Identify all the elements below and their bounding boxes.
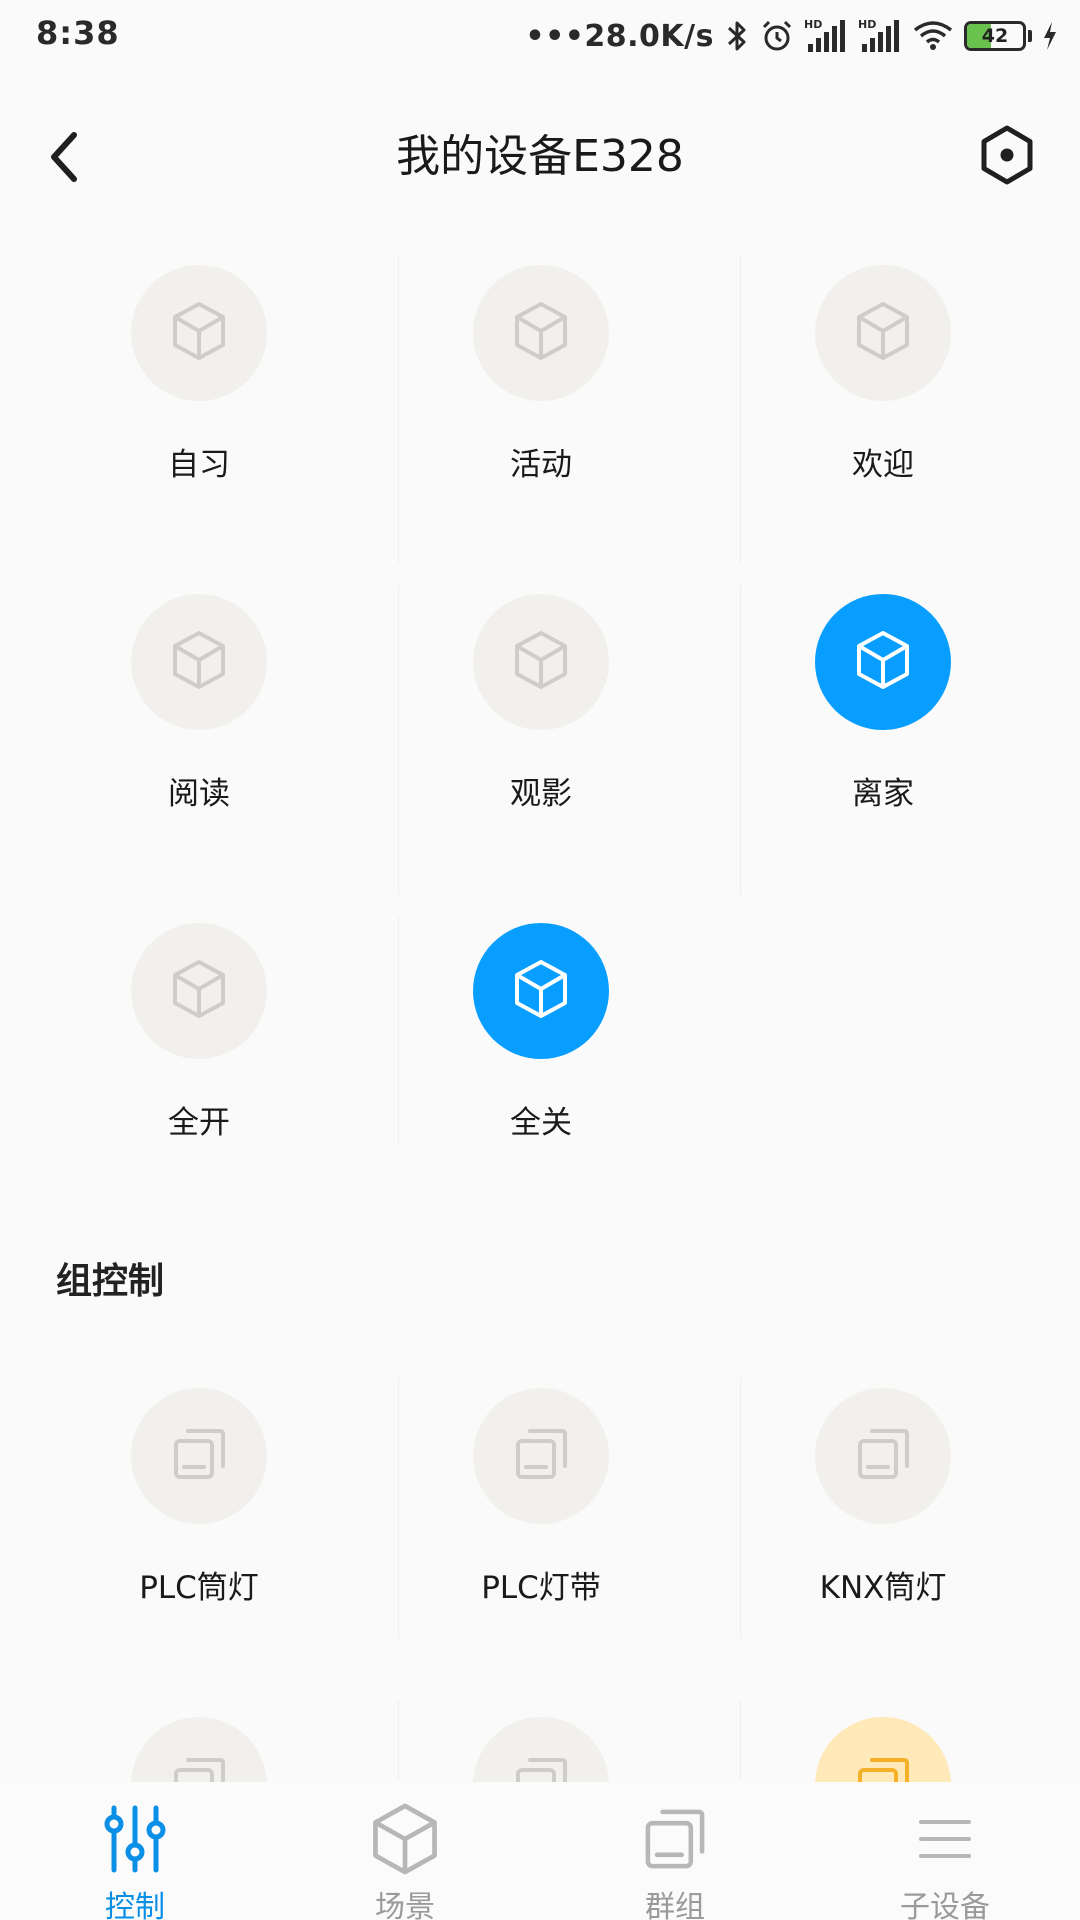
wifi-icon [912, 19, 954, 53]
menu-lines-icon [810, 1794, 1080, 1884]
scene-item[interactable]: 全开 [28, 923, 370, 1142]
scene-label: 观影 [510, 776, 572, 812]
nav-item[interactable]: 子设备 [810, 1782, 1080, 1920]
scene-item[interactable]: 全关 [370, 923, 712, 1142]
net-speed: •••28.0K/s [525, 18, 714, 54]
scene-circle [815, 594, 951, 730]
scene-label: 欢迎 [852, 447, 914, 483]
grid-divider [740, 1378, 741, 1638]
nav-label: 场景 [375, 1890, 435, 1920]
signal-hd-icon: HD [858, 18, 902, 54]
group-label: PLC筒灯 [139, 1570, 259, 1606]
svg-text:HD: HD [858, 18, 876, 31]
scene-item[interactable]: 活动 [370, 265, 712, 484]
group-section-title: 组控制 [56, 1261, 165, 1302]
group-label: PLC灯带 [481, 1570, 601, 1606]
nav-item[interactable]: 控制 [0, 1782, 270, 1920]
page-title: 我的设备E328 [396, 131, 684, 182]
group-icon [510, 1423, 572, 1489]
grid-divider [398, 915, 399, 1145]
status-icons: •••28.0K/s HD HD 42 [525, 12, 1058, 60]
alarm-icon [760, 19, 794, 53]
nav-label: 控制 [105, 1890, 165, 1920]
scene-label: 阅读 [168, 776, 230, 812]
cube-icon [270, 1794, 540, 1884]
scene-circle [815, 265, 951, 401]
battery-icon: 42 [964, 21, 1032, 51]
scene-circle [131, 265, 267, 401]
nav-label: 子设备 [900, 1890, 990, 1920]
cube-icon [166, 298, 232, 368]
cube-icon [508, 627, 574, 697]
battery-body: 42 [964, 21, 1026, 51]
group-item[interactable]: KNX筒灯 [712, 1388, 1054, 1607]
bottom-nav: 控制 场景 群组 子设备 [0, 1782, 1080, 1920]
grid-divider [398, 585, 399, 895]
bluetooth-icon [724, 19, 750, 53]
scene-circle [131, 594, 267, 730]
grid-divider [740, 255, 741, 565]
grid-divider [398, 1378, 399, 1638]
header: 我的设备E328 [0, 90, 1080, 214]
signal-hd-icon: HD [804, 18, 848, 54]
nav-item[interactable]: 群组 [540, 1782, 810, 1920]
group-circle [815, 1388, 951, 1524]
grid-divider [398, 255, 399, 565]
battery-cap [1028, 30, 1032, 42]
cube-icon [850, 627, 916, 697]
group-circle [473, 1388, 609, 1524]
battery-level: 42 [981, 25, 1009, 47]
cube-icon [850, 298, 916, 368]
grid-divider [740, 585, 741, 895]
group-icon [168, 1423, 230, 1489]
grid-divider [740, 1700, 741, 1780]
nav-label: 群组 [645, 1890, 705, 1920]
scene-label: 离家 [852, 776, 914, 812]
scene-label: 自习 [168, 447, 230, 483]
group-icon [852, 1423, 914, 1489]
status-bar: 8:38 •••28.0K/s HD HD 42 [0, 0, 1080, 72]
group-item[interactable]: PLC筒灯 [28, 1388, 370, 1607]
hexagon-settings-icon [981, 125, 1033, 185]
cube-icon [508, 298, 574, 368]
scene-item[interactable]: 阅读 [28, 594, 370, 813]
cube-icon [508, 956, 574, 1026]
scene-label: 全关 [510, 1105, 572, 1141]
sliders-icon [0, 1794, 270, 1884]
group-circle [131, 1388, 267, 1524]
scene-circle [473, 594, 609, 730]
status-time: 8:38 [36, 14, 120, 52]
grid-divider [398, 1700, 399, 1780]
screen: 8:38 •••28.0K/s HD HD 42 我的设备E328 自习 活动 … [0, 0, 1080, 1920]
group-label: KNX筒灯 [819, 1570, 947, 1606]
scene-circle [473, 265, 609, 401]
scene-item[interactable]: 欢迎 [712, 265, 1054, 484]
stacked-squares-icon [540, 1794, 810, 1884]
scene-circle [131, 923, 267, 1059]
group-item[interactable]: PLC灯带 [370, 1388, 712, 1607]
svg-text:HD: HD [804, 18, 822, 31]
scene-label: 全开 [168, 1105, 230, 1141]
scene-label: 活动 [510, 447, 572, 483]
nav-item[interactable]: 场景 [270, 1782, 540, 1920]
scene-item[interactable]: 观影 [370, 594, 712, 813]
charging-icon [1042, 21, 1058, 51]
scene-item[interactable]: 自习 [28, 265, 370, 484]
cube-icon [166, 627, 232, 697]
scene-circle [473, 923, 609, 1059]
scene-item[interactable]: 离家 [712, 594, 1054, 813]
cube-icon [166, 956, 232, 1026]
settings-button[interactable] [970, 118, 1044, 192]
